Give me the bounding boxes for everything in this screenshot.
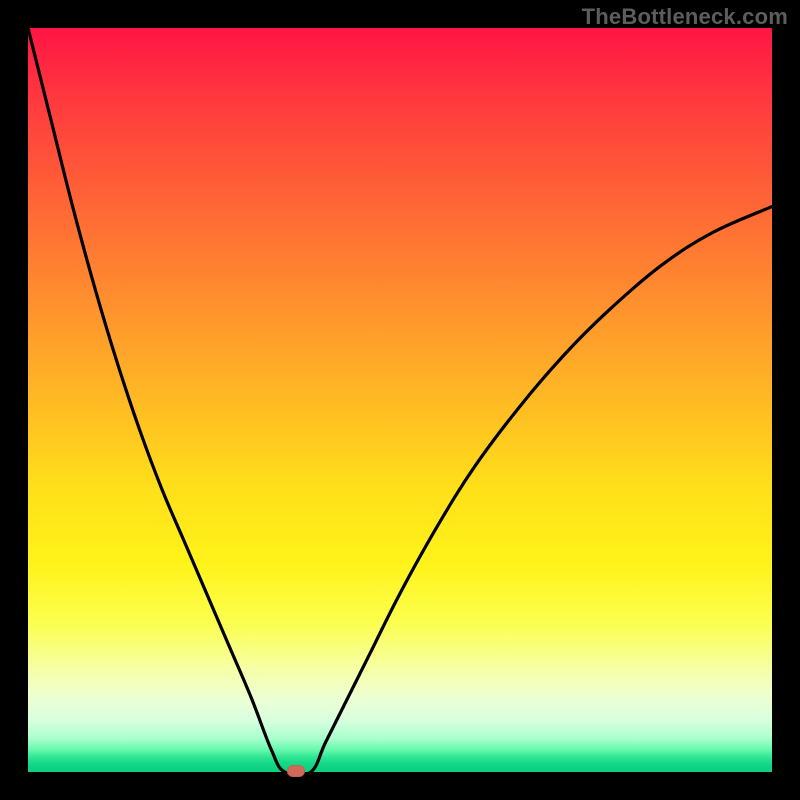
chart-frame: TheBottleneck.com xyxy=(0,0,800,800)
plot-area xyxy=(28,28,772,772)
watermark-text: TheBottleneck.com xyxy=(582,4,788,30)
bottleneck-curve xyxy=(28,28,772,772)
curve-path xyxy=(28,28,772,772)
optimal-marker xyxy=(287,765,305,777)
